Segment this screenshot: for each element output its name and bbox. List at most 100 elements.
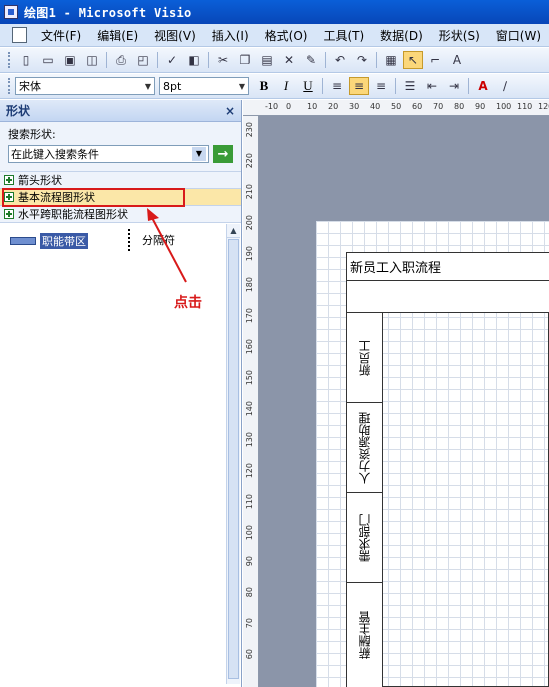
- format-painter-icon[interactable]: ✎: [301, 51, 321, 69]
- lane-label: 需求部门: [358, 513, 372, 562]
- document-icon[interactable]: [12, 27, 27, 43]
- chevron-down-icon[interactable]: ▼: [192, 147, 206, 161]
- lane-requesting-dept[interactable]: 需求部门: [347, 493, 383, 583]
- ruler-tick-label: 160: [245, 339, 254, 355]
- toolbar-grip[interactable]: [8, 78, 11, 94]
- menu-data[interactable]: 数据(D): [372, 27, 431, 44]
- flowchart-header-row[interactable]: [347, 281, 549, 313]
- text-tool-icon[interactable]: A: [447, 51, 467, 69]
- ruler-tick-label: 100: [496, 102, 512, 111]
- underline-button[interactable]: U: [298, 77, 318, 95]
- align-center-icon[interactable]: ≡: [349, 77, 369, 95]
- bold-button[interactable]: B: [254, 77, 274, 95]
- menu-shape[interactable]: 形状(S): [431, 27, 488, 44]
- open-icon[interactable]: ▭: [38, 51, 58, 69]
- ruler-tick-label: 220: [245, 153, 254, 169]
- menu-view[interactable]: 视图(V): [146, 27, 204, 44]
- chevron-down-icon[interactable]: ▼: [239, 82, 245, 91]
- bullets-icon[interactable]: ☰: [400, 77, 420, 95]
- delete-icon[interactable]: ✕: [279, 51, 299, 69]
- standard-toolbar: ▯ ▭ ▣ ◫ ⎙ ◰ ✓ ◧ ✂ ❐ ▤ ✕ ✎ ↶ ↷ ▦ ↖ ⌐ A: [0, 48, 549, 73]
- chevron-down-icon[interactable]: ▼: [145, 82, 151, 91]
- font-color-icon[interactable]: A: [473, 77, 493, 95]
- ruler-tick-label: 150: [245, 370, 254, 386]
- search-go-button[interactable]: →: [213, 145, 233, 163]
- ruler-tick-label: 10: [307, 102, 318, 111]
- menu-format[interactable]: 格式(O): [257, 27, 316, 44]
- horizontal-ruler: -10 0 10 20 30 40 50 60 70 80 90 100 110 120: [243, 100, 549, 116]
- stencil-arrow-shapes[interactable]: 箭头形状: [0, 172, 241, 189]
- stencil-cross-functional[interactable]: 水平跨职能流程图形状: [0, 206, 241, 223]
- save-icon[interactable]: ▣: [60, 51, 80, 69]
- menu-window[interactable]: 窗口(W): [488, 27, 549, 44]
- ruler-tick-label: 40: [370, 102, 381, 111]
- spelling-icon[interactable]: ✓: [162, 51, 182, 69]
- shape-separator[interactable]: 分隔符: [128, 229, 175, 251]
- connector-tool-icon[interactable]: ⌐: [425, 51, 445, 69]
- toolbar-separator: [395, 78, 396, 94]
- drawing-canvas[interactable]: -10 0 10 20 30 40 50 60 70 80 90 100 110 120 230 220 21…: [243, 100, 549, 687]
- toolbar-separator: [322, 78, 323, 94]
- paste-icon[interactable]: ▤: [257, 51, 277, 69]
- swimlane-flowchart[interactable]: 新员工入职流程 新员工 人力资源助理 需求部门 薪酬主管: [346, 252, 549, 687]
- ruler-tick-label: 60: [245, 649, 254, 660]
- lane-payroll-manager[interactable]: 薪酬主管: [347, 583, 383, 687]
- flowchart-title[interactable]: 新员工入职流程: [347, 253, 549, 281]
- search-input[interactable]: 在此键入搜索条件 ▼: [8, 145, 209, 163]
- shapes-scrollbar[interactable]: ▲: [226, 224, 240, 684]
- lane-hr-assistant[interactable]: 人力资源助理: [347, 403, 383, 493]
- pointer-tool-icon[interactable]: ↖: [403, 51, 423, 69]
- menu-edit[interactable]: 编辑(E): [89, 27, 146, 44]
- line-color-icon[interactable]: ∕: [495, 77, 515, 95]
- italic-button[interactable]: I: [276, 77, 296, 95]
- shapes-pane-title: 形状: [6, 104, 31, 118]
- stencil-label: 箭头形状: [18, 174, 62, 187]
- cut-icon[interactable]: ✂: [213, 51, 233, 69]
- scroll-thumb[interactable]: [228, 239, 239, 679]
- font-name-combo[interactable]: 宋体 ▼: [15, 77, 155, 95]
- print-preview-icon[interactable]: ◰: [133, 51, 153, 69]
- shapes-pane: 形状 × 搜索形状: 在此键入搜索条件 ▼ → 箭头形状 基本流程图形状 水平跨…: [0, 100, 242, 687]
- ruler-tick-label: 0: [286, 102, 292, 111]
- toolbar-separator: [325, 52, 326, 68]
- shape-functional-band[interactable]: 职能带区: [10, 233, 88, 249]
- vertical-ruler: 230 220 210 200 190 180 170 160 150 140 130 120 110 1…: [243, 116, 259, 687]
- search-input-value: 在此键入搜索条件: [11, 148, 99, 161]
- print-icon[interactable]: ⎙: [111, 51, 131, 69]
- lane-new-employee[interactable]: 新员工: [347, 313, 383, 403]
- formatting-toolbar: 宋体 ▼ 8pt ▼ B I U ≡ ≡ ≡ ☰ ⇤ ⇥ A ∕: [0, 74, 549, 99]
- permission-icon[interactable]: ◫: [82, 51, 102, 69]
- ruler-tick-label: 70: [433, 102, 444, 111]
- toolbar-separator: [106, 52, 107, 68]
- shape-label: 职能带区: [40, 233, 88, 249]
- font-size-combo[interactable]: 8pt ▼: [159, 77, 249, 95]
- menu-tools[interactable]: 工具(T): [315, 27, 372, 44]
- align-left-icon[interactable]: ≡: [327, 77, 347, 95]
- shape-label: 分隔符: [142, 234, 175, 247]
- increase-indent-icon[interactable]: ⇥: [444, 77, 464, 95]
- menu-file[interactable]: 文件(F): [33, 27, 89, 44]
- decrease-indent-icon[interactable]: ⇤: [422, 77, 442, 95]
- ruler-tick-label: 120: [245, 463, 254, 479]
- undo-icon[interactable]: ↶: [330, 51, 350, 69]
- ruler-tick-label: 110: [517, 102, 533, 111]
- ruler-tick-label: 80: [454, 102, 465, 111]
- redo-icon[interactable]: ↷: [352, 51, 372, 69]
- window-title: 绘图1 - Microsoft Visio: [24, 5, 192, 20]
- toolbar-grip[interactable]: [8, 52, 11, 68]
- research-icon[interactable]: ◧: [184, 51, 204, 69]
- menu-insert[interactable]: 插入(I): [204, 27, 257, 44]
- new-icon[interactable]: ▯: [16, 51, 36, 69]
- shapes-pane-header: 形状 ×: [0, 100, 241, 122]
- copy-icon[interactable]: ❐: [235, 51, 255, 69]
- menu-bar: 文件(F) 编辑(E) 视图(V) 插入(I) 格式(O) 工具(T) 数据(D…: [0, 24, 549, 47]
- shapes-window-icon[interactable]: ▦: [381, 51, 401, 69]
- close-icon[interactable]: ×: [225, 104, 235, 118]
- scroll-up-icon[interactable]: ▲: [227, 224, 240, 238]
- toolbar-separator: [376, 52, 377, 68]
- ruler-tick-label: 140: [245, 401, 254, 417]
- align-right-icon[interactable]: ≡: [371, 77, 391, 95]
- ruler-tick-label: 170: [245, 308, 254, 324]
- lane-label: 人力资源助理: [358, 411, 372, 484]
- drawing-page[interactable]: 新员工入职流程 新员工 人力资源助理 需求部门 薪酬主管: [316, 221, 549, 687]
